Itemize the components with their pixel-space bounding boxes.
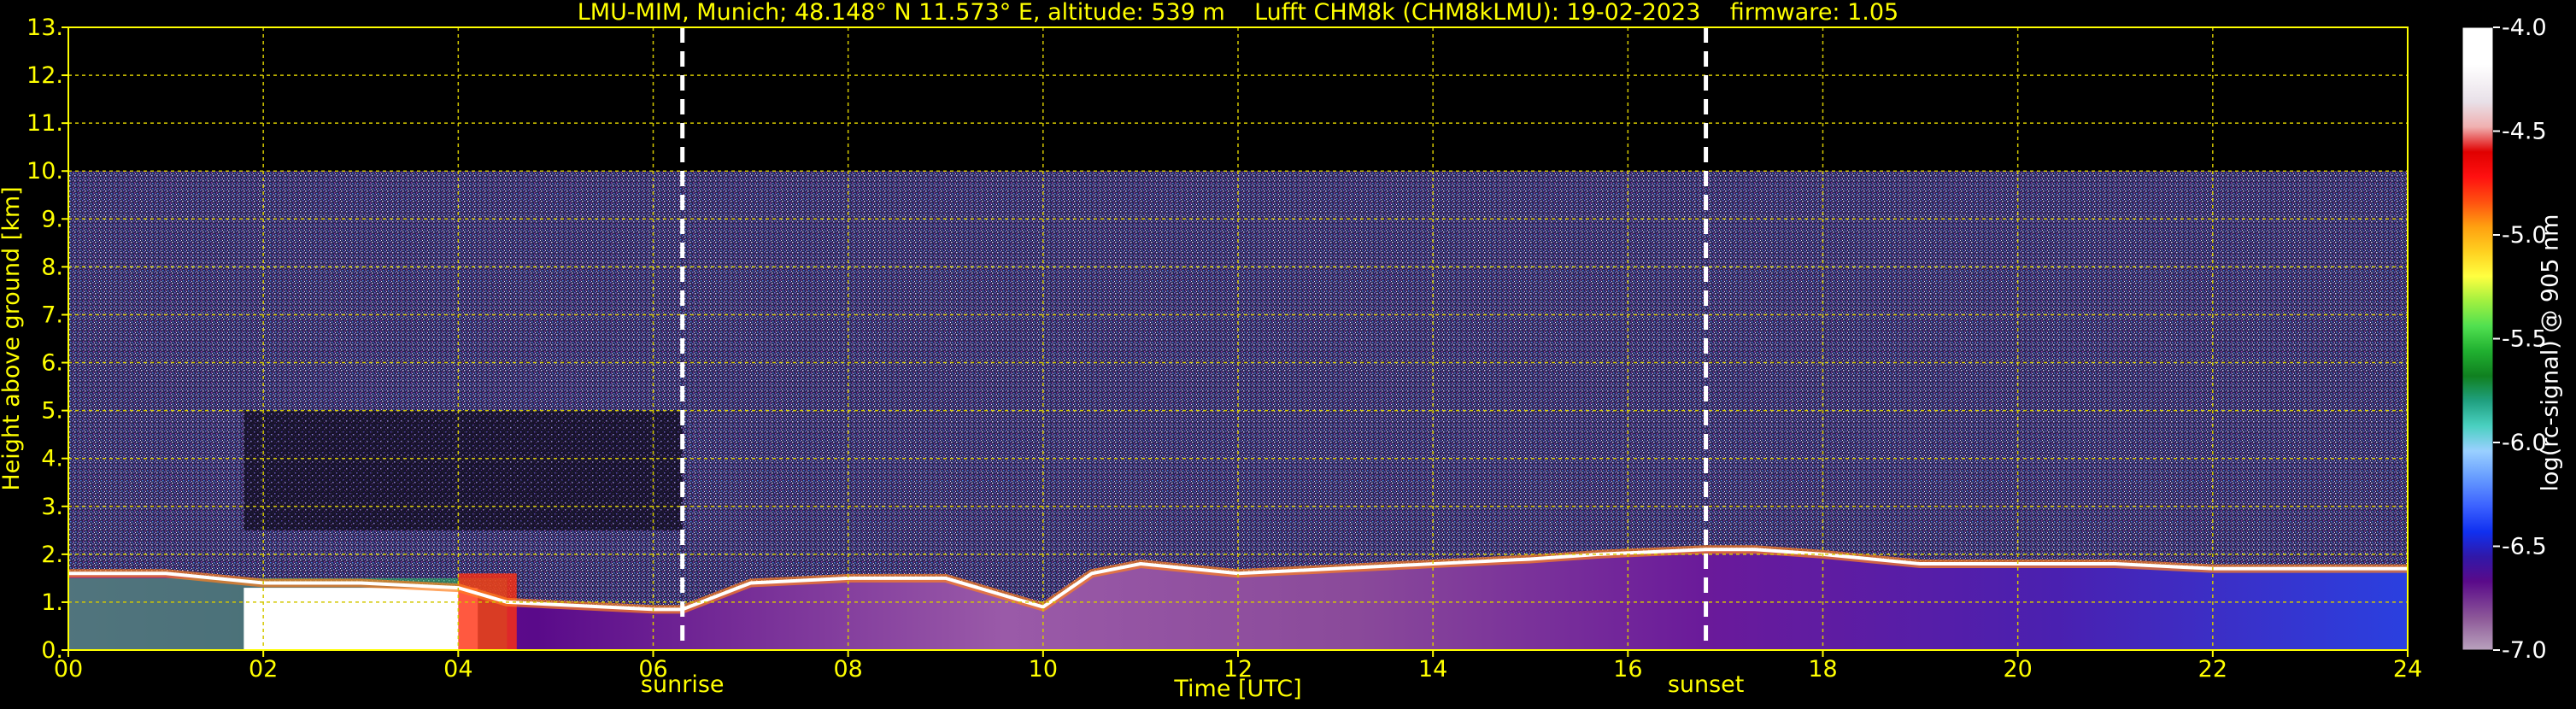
y-tick-label: 5. <box>41 398 63 425</box>
x-tick-label: 08 <box>833 656 862 683</box>
x-axis-label: Time [UTC] <box>1173 676 1301 702</box>
x-tick-label: 22 <box>2198 656 2227 683</box>
y-axis-label: Height above ground [km] <box>0 186 25 490</box>
x-tick-label: 06 <box>638 656 667 683</box>
y-tick-label: 8. <box>41 254 63 280</box>
x-tick-label: 20 <box>2003 656 2032 683</box>
colorbar-gradient <box>2462 26 2494 651</box>
colorbar-tick-label: -4.5 <box>2502 119 2547 145</box>
y-tick-label: 3. <box>41 494 63 520</box>
x-tick-label: 04 <box>443 656 472 683</box>
y-tick-label: 6. <box>41 350 63 377</box>
x-tick-label: 16 <box>1613 656 1642 683</box>
sparse-noise-region <box>244 410 683 530</box>
strong-signal-region <box>458 573 517 650</box>
y-tick-label: 11. <box>26 110 63 137</box>
y-tick-label: 0. <box>41 637 63 664</box>
y-tick-label: 7. <box>41 302 63 328</box>
y-tick-label: 12. <box>26 62 63 89</box>
colorbar-label: log(rc-signal) @ 905 nm <box>2537 214 2564 492</box>
x-tick-label: 02 <box>249 656 278 683</box>
chart-title: LMU-MIM, Munich; 48.148° N 11.573° E, al… <box>578 0 1898 26</box>
chart-svg: sunrise sunset 00 02 04 06 08 10 12 14 16 18 20 22 24… <box>0 0 2547 702</box>
saturated-region <box>244 588 478 650</box>
colorbar-tick-label: -7.0 <box>2502 637 2547 664</box>
colorbar-tick-label: -4.0 <box>2502 15 2547 41</box>
y-tick-label: 9. <box>41 206 63 232</box>
x-tick-label: 14 <box>1418 656 1447 683</box>
y-tick-label: 4. <box>41 446 63 472</box>
y-tick-label: 2. <box>41 542 63 568</box>
x-tick-label: 10 <box>1029 656 1058 683</box>
ceilometer-chart: sunrise sunset 00 02 04 06 08 10 12 14 16 18 20 22 24… <box>0 0 2576 706</box>
sunset-label: sunset <box>1668 671 1745 698</box>
colorbar-tick-label: -6.5 <box>2502 534 2547 560</box>
y-tick-label: 1. <box>41 589 63 616</box>
y-tick-label: 13. <box>26 15 63 41</box>
x-tick-label: 24 <box>2393 656 2422 683</box>
colorbar: -4.0-4.5-5.0-5.5-6.0-6.5-7.0 <box>2462 15 2547 664</box>
x-tick-label: 18 <box>1808 656 1837 683</box>
y-tick-label: 10. <box>26 158 63 185</box>
